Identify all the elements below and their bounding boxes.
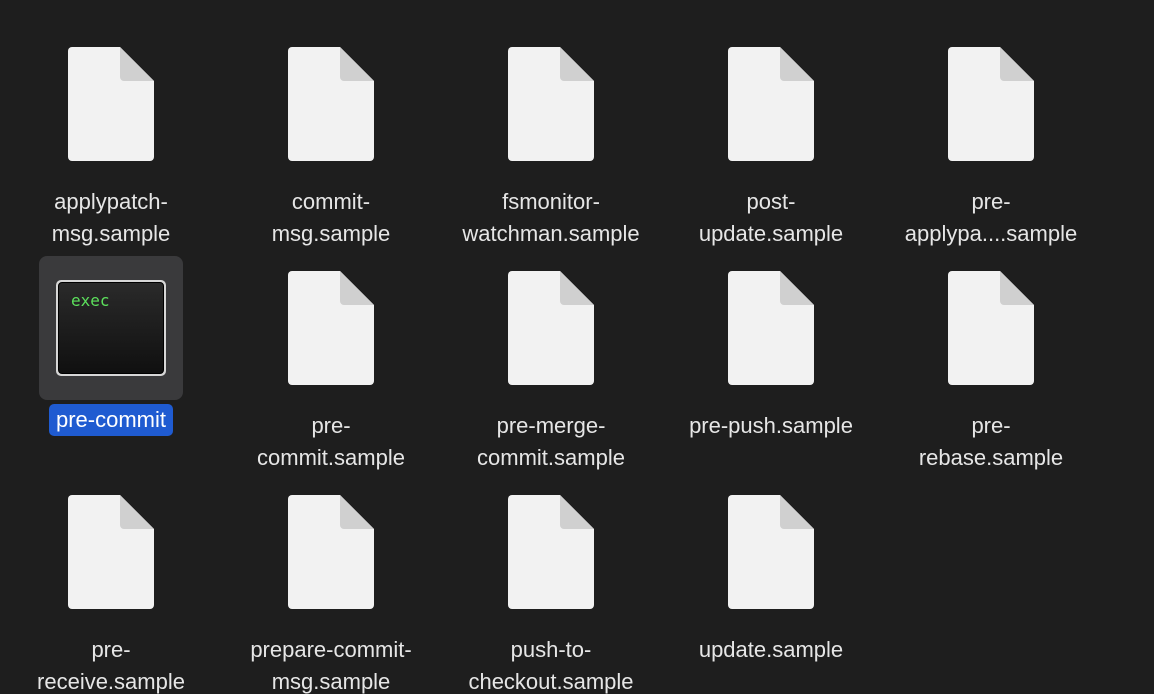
file-item-pre-rebase[interactable]: pre-rebase.sample [881,256,1101,480]
file-label: applypatch-msg.sample [51,189,171,246]
document-icon [699,256,843,400]
terminal-exec-icon: exec [56,280,166,376]
file-label: pre-rebase.sample [918,413,1064,470]
file-item-pre-receive[interactable]: pre-receive.sample [1,480,221,694]
file-item-pre-merge-commit[interactable]: pre-merge-commit.sample [441,256,661,480]
document-icon [699,32,843,176]
file-item-commit-msg[interactable]: commit-msg.sample [221,32,441,256]
file-label: prepare-commit-msg.sample [250,637,412,694]
exec-text: exec [71,291,110,310]
document-icon [919,32,1063,176]
file-label: pre-commit.sample [257,413,405,470]
document-icon [479,256,623,400]
document-icon [39,480,183,624]
file-label: update.sample [698,637,844,662]
icon-selection-highlight: exec [39,256,183,400]
document-icon [259,256,403,400]
file-item-pre-commit-sample[interactable]: pre-commit.sample [221,256,441,480]
file-item-prepare-commit-msg[interactable]: prepare-commit-msg.sample [221,480,441,694]
file-label: pre-applypa....sample [904,189,1078,246]
file-item-push-to-checkout[interactable]: push-to-checkout.sample [441,480,661,694]
file-label: fsmonitor-watchman.sample [462,189,640,246]
file-item-post-update[interactable]: post-update.sample [661,32,881,256]
document-icon [39,32,183,176]
document-icon [699,480,843,624]
file-item-update[interactable]: update.sample [661,480,881,694]
file-label: pre-receive.sample [37,637,185,694]
file-item-applypatch-msg[interactable]: applypatch-msg.sample [1,32,221,256]
file-label: pre-push.sample [689,413,853,438]
file-item-pre-push[interactable]: pre-push.sample [661,256,881,480]
document-icon [479,32,623,176]
file-item-fsmonitor-watchman[interactable]: fsmonitor-watchman.sample [441,32,661,256]
file-label: pre-merge-commit.sample [477,413,625,470]
selected-file-label[interactable]: pre-commit [48,404,173,436]
file-label: post-update.sample [698,189,844,246]
file-item-pre-commit[interactable]: exec pre-commit [1,256,221,480]
document-icon [259,480,403,624]
file-icon-grid: applypatch-msg.sample commit-msg.sample … [0,0,1154,694]
file-label: commit-msg.sample [271,189,391,246]
document-icon [479,480,623,624]
document-icon [919,256,1063,400]
file-label: push-to-checkout.sample [468,637,634,694]
document-icon [259,32,403,176]
file-item-pre-applypatch[interactable]: pre-applypa....sample [881,32,1101,256]
